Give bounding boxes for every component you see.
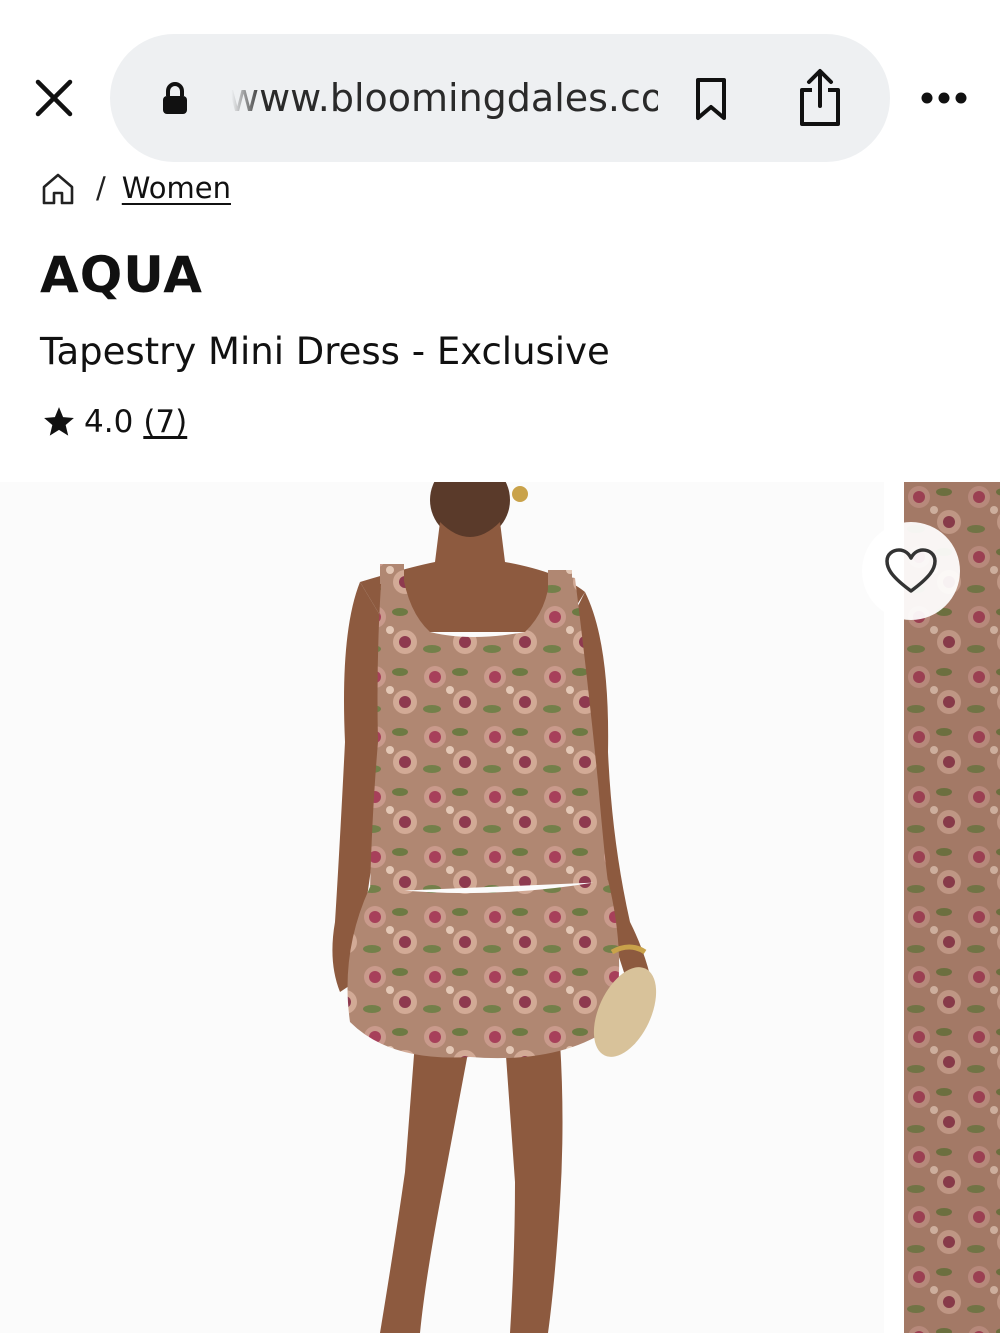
more-options-button[interactable] xyxy=(914,78,974,118)
close-button[interactable] xyxy=(28,72,80,124)
url-text[interactable]: www.bloomingdales.com xyxy=(228,72,658,124)
product-image-carousel[interactable] xyxy=(0,482,1000,1333)
star-icon xyxy=(44,407,74,436)
breadcrumb: / Women xyxy=(40,166,231,210)
product-image-main[interactable] xyxy=(0,482,884,1333)
more-icon xyxy=(921,92,967,104)
share-icon xyxy=(800,69,840,126)
browser-toolbar: www.bloomingdales.com xyxy=(0,0,1000,162)
close-icon xyxy=(35,79,73,117)
model-dress-illustration xyxy=(332,482,657,1333)
breadcrumb-link-women[interactable]: Women xyxy=(122,171,231,205)
product-title: Tapestry Mini Dress - Exclusive xyxy=(40,330,610,373)
breadcrumb-separator: / xyxy=(96,171,106,205)
add-to-favorites-button[interactable] xyxy=(862,522,960,620)
lock-icon xyxy=(163,82,187,114)
product-rating[interactable]: 4.0 (7) xyxy=(42,400,187,444)
bookmark-icon xyxy=(696,78,726,120)
review-count-link[interactable]: (7) xyxy=(143,404,187,440)
rating-value: 4.0 xyxy=(84,404,134,440)
home-icon[interactable] xyxy=(40,170,76,206)
share-button[interactable] xyxy=(792,68,848,128)
address-bar[interactable]: www.bloomingdales.com xyxy=(110,34,890,162)
bookmark-button[interactable] xyxy=(688,76,734,122)
heart-icon xyxy=(885,548,937,593)
brand-name[interactable]: AQUA xyxy=(40,246,203,304)
